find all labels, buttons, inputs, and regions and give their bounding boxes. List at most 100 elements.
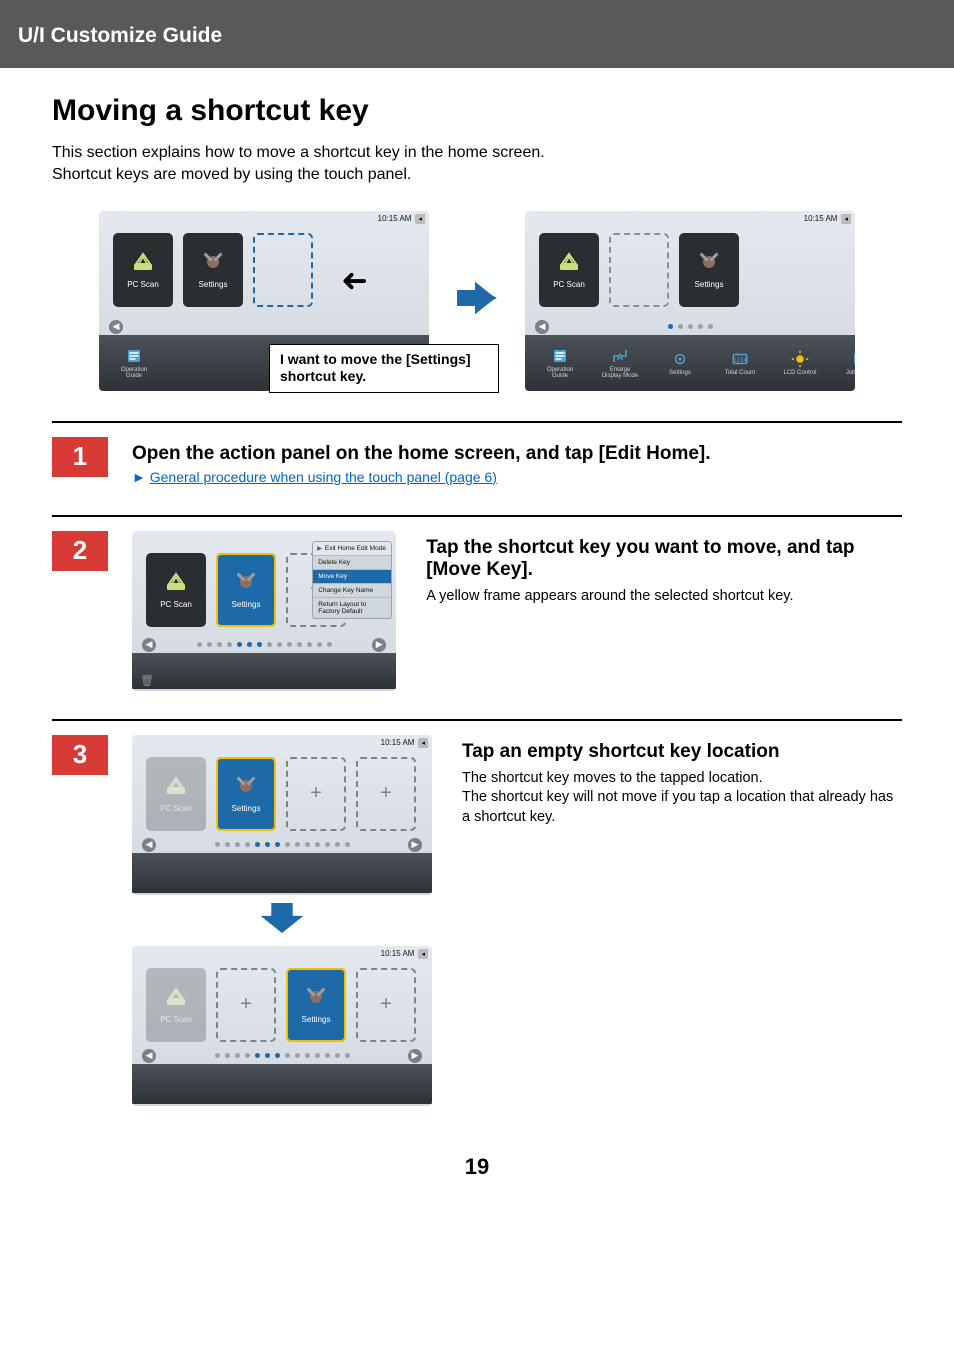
tile-label: Settings xyxy=(302,1015,331,1024)
menu-delete-key[interactable]: Delete Key xyxy=(313,555,391,569)
shortcut-settings-selected[interactable]: Settings xyxy=(216,757,276,831)
bottom-operation-guide[interactable]: Operation Guide xyxy=(109,347,159,379)
bottom-lcd-control[interactable]: LCD Control xyxy=(775,350,825,376)
bottom-label: Operation Guide xyxy=(547,367,573,379)
settings-icon xyxy=(201,250,225,276)
tile-label: Settings xyxy=(232,804,261,813)
step-separator xyxy=(52,719,902,721)
tile-label: PC Scan xyxy=(160,600,192,609)
arrow-down-icon xyxy=(260,903,304,938)
tile-label: PC Scan xyxy=(160,804,192,813)
tile-label: Settings xyxy=(232,600,261,609)
tile-label: Settings xyxy=(199,280,228,289)
shortcut-settings[interactable]: Settings xyxy=(183,233,243,307)
empty-shortcut-slot[interactable] xyxy=(356,968,416,1042)
callout-box: I want to move the [Settings] shortcut k… xyxy=(269,344,499,393)
bottom-label: LCD Control xyxy=(783,370,816,376)
pc-scan-icon xyxy=(164,985,188,1011)
pager-next-icon[interactable]: ▶ xyxy=(372,638,386,652)
step-3-title: Tap an empty shortcut key location xyxy=(462,741,902,763)
bottom-label: Settings xyxy=(669,370,691,376)
bottom-job-status[interactable]: Job Status xyxy=(835,350,855,376)
bottom-settings[interactable]: Settings xyxy=(655,350,705,376)
shortcut-settings-moved[interactable]: Settings xyxy=(679,233,739,307)
pc-scan-icon xyxy=(164,774,188,800)
step-3-screenshot-after: 10:15 AM◂ PC Scan Settings xyxy=(132,946,432,1106)
clock: 10:15 AM xyxy=(381,949,415,958)
settings-icon xyxy=(304,985,328,1011)
bottom-label: Job Status xyxy=(846,370,855,376)
pc-scan-icon xyxy=(131,250,155,276)
settings-icon xyxy=(234,774,258,800)
shortcut-pc-scan-ghost: PC Scan xyxy=(146,757,206,831)
step-2-title: Tap the shortcut key you want to move, a… xyxy=(426,537,902,581)
tile-label: PC Scan xyxy=(160,1015,192,1024)
link-arrow-icon: ► xyxy=(132,469,146,485)
actionpanel-tab-icon: ◂ xyxy=(415,214,425,224)
tile-label: PC Scan xyxy=(127,280,159,289)
trash-icon[interactable]: 🗑 xyxy=(140,674,154,687)
clock: 10:15 AM xyxy=(381,738,415,747)
step-3-body-2: The shortcut key will not move if you ta… xyxy=(462,788,902,827)
shortcut-pc-scan[interactable]: PC Scan xyxy=(539,233,599,307)
pager-dots xyxy=(215,842,350,847)
empty-shortcut-slot[interactable] xyxy=(356,757,416,831)
pager-prev-icon[interactable]: ◀ xyxy=(535,320,549,334)
shortcut-pc-scan[interactable]: PC Scan xyxy=(146,553,206,627)
bottom-label: Total Count xyxy=(725,370,755,376)
target-slot-outline xyxy=(253,233,313,307)
pager-prev-icon[interactable]: ◀ xyxy=(142,638,156,652)
step-1-link-line: ► General procedure when using the touch… xyxy=(132,469,902,485)
pager-prev-icon[interactable]: ◀ xyxy=(142,1049,156,1063)
page-header: U/I Customize Guide xyxy=(0,0,954,68)
settings-icon xyxy=(697,250,721,276)
pager-dots xyxy=(668,324,713,329)
menu-return-factory[interactable]: Return Layout to Factory Default xyxy=(313,597,391,618)
step-1-link[interactable]: General procedure when using the touch p… xyxy=(150,469,497,485)
empty-shortcut-slot[interactable] xyxy=(286,757,346,831)
menu-exit-home-edit[interactable]: Exit Home Edit Mode xyxy=(313,542,391,555)
pager-next-icon[interactable]: ▶ xyxy=(408,1049,422,1063)
empty-shortcut-slot[interactable] xyxy=(216,968,276,1042)
intro-2: Shortcut keys are moved by using the tou… xyxy=(52,164,902,186)
step-2: 2 PC Scan Settings xyxy=(52,531,902,691)
pager-prev-icon[interactable]: ◀ xyxy=(109,320,123,334)
menu-change-key-name[interactable]: Change Key Name xyxy=(313,583,391,597)
before-after-illustration: 10:15 AM◂ PC Scan Settings ◀ O xyxy=(52,211,902,391)
tile-label: PC Scan xyxy=(553,280,585,289)
pager-prev-icon[interactable]: ◀ xyxy=(142,838,156,852)
step-3: 3 10:15 AM◂ PC Scan S xyxy=(52,735,902,1106)
step-1-title: Open the action panel on the home screen… xyxy=(132,443,902,465)
screenshot-after: 10:15 AM◂ PC Scan Settings ◀ Oper xyxy=(525,211,855,391)
shortcut-settings-moved[interactable]: Settings xyxy=(286,968,346,1042)
callout-arrow-icon: ➜ xyxy=(341,263,368,301)
pc-scan-icon xyxy=(164,570,188,596)
clock: 10:15 AM xyxy=(378,214,412,223)
shortcut-settings-selected[interactable]: Settings xyxy=(216,553,276,627)
empty-slot-outline xyxy=(609,233,669,307)
pager-next-icon[interactable]: ▶ xyxy=(408,838,422,852)
page-content: Moving a shortcut key This section expla… xyxy=(0,68,954,1180)
bottom-label: Operation Guide xyxy=(121,367,147,379)
arrow-right-icon xyxy=(457,278,497,323)
pager-dots xyxy=(215,1053,350,1058)
step-number-badge: 1 xyxy=(52,437,108,477)
tile-label: Settings xyxy=(695,280,724,289)
step-separator xyxy=(52,421,902,423)
shortcut-pc-scan[interactable]: PC Scan xyxy=(113,233,173,307)
step-number-badge: 2 xyxy=(52,531,108,571)
step-3-body-1: The shortcut key moves to the tapped loc… xyxy=(462,769,902,789)
bottom-label: Enlarge Display Mode xyxy=(602,367,638,379)
bottom-operation-guide[interactable]: Operation Guide xyxy=(535,347,585,379)
pc-scan-icon xyxy=(557,250,581,276)
intro-1: This section explains how to move a shor… xyxy=(52,142,902,164)
step-1: 1 Open the action panel on the home scre… xyxy=(52,437,902,487)
shortcut-pc-scan-ghost: PC Scan xyxy=(146,968,206,1042)
bottom-enlarge[interactable]: Enlarge Display Mode xyxy=(595,347,645,379)
step-3-screenshot-before: 10:15 AM◂ PC Scan Settings xyxy=(132,735,432,895)
page-number: 19 xyxy=(52,1154,902,1180)
menu-move-key[interactable]: Move Key xyxy=(313,569,391,583)
bottom-total-count[interactable]: Total Count xyxy=(715,350,765,376)
step-number-badge: 3 xyxy=(52,735,108,775)
actionpanel-tab-icon: ◂ xyxy=(841,214,851,224)
